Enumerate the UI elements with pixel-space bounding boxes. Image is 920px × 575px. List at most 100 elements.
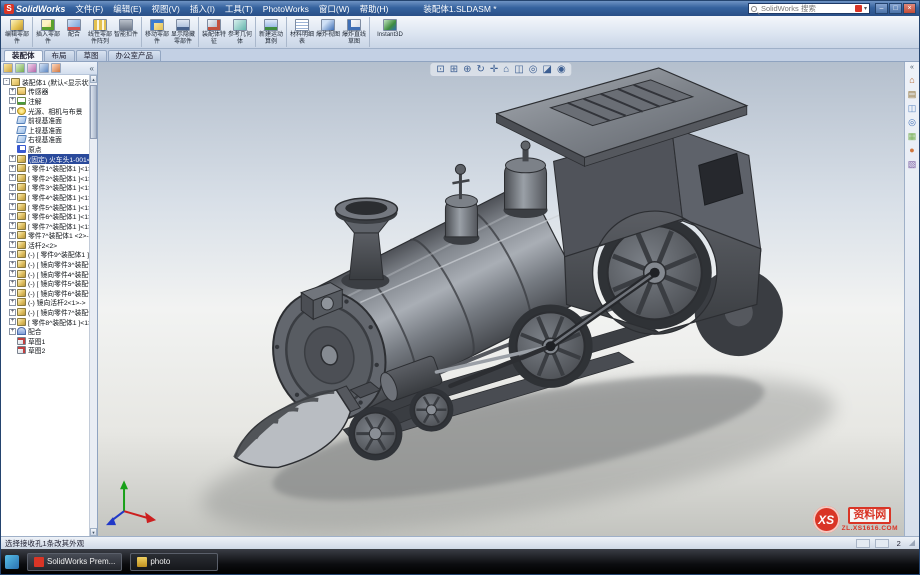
view-palette-icon[interactable]: ▦ bbox=[908, 131, 917, 141]
tree-expander[interactable]: + bbox=[9, 250, 16, 258]
tree-expander[interactable]: + bbox=[9, 107, 16, 115]
tree-expander[interactable]: + bbox=[9, 308, 16, 316]
configurationmanager-tab[interactable] bbox=[27, 63, 37, 73]
tree-item[interactable]: + 零件7^装配体1 <2>-> bbox=[3, 231, 89, 240]
menu-item[interactable]: PhotoWorks bbox=[258, 3, 314, 15]
tree-item[interactable]: + 活杆2<2> bbox=[3, 240, 89, 250]
search-dropdown-icon[interactable]: ▾ bbox=[864, 5, 867, 12]
command-tab[interactable]: 办公室产品 bbox=[107, 50, 161, 61]
tree-item[interactable]: + (-) [ 镜向零件4^装配体1 ]<1> bbox=[3, 269, 89, 279]
featuremanager-tree-tab[interactable] bbox=[3, 63, 13, 73]
tree-item[interactable]: + (固定) 火车头1-001<1> bbox=[3, 153, 89, 164]
search-input[interactable] bbox=[759, 4, 853, 13]
appearances-icon[interactable]: ● bbox=[909, 145, 914, 155]
display-style-icon[interactable]: ◫ bbox=[514, 64, 523, 75]
toolbar-button-explode-line-sketch[interactable]: 爆炸直线草图 bbox=[341, 17, 367, 47]
taskbar-button-photo[interactable]: photo bbox=[130, 552, 219, 571]
panel-scrollbar[interactable]: ▲ ▼ bbox=[89, 75, 97, 536]
tree-item[interactable]: + [ 零件5^装配体1 ]<1>-> bbox=[3, 202, 89, 212]
tree-item[interactable]: + 传感器 bbox=[3, 87, 89, 96]
toolbar-button-bill-of-materials[interactable]: 材料明细表 bbox=[289, 17, 315, 47]
dimxpertmanager-tab[interactable] bbox=[39, 63, 49, 73]
tree-expander[interactable]: + bbox=[9, 87, 16, 95]
search-results-icon[interactable]: ◎ bbox=[908, 117, 916, 127]
standard-views-icon[interactable]: ⌂ bbox=[503, 64, 509, 75]
task-pane-collapse-icon[interactable]: « bbox=[910, 64, 914, 71]
zoom-area-icon[interactable]: ⊞ bbox=[450, 64, 458, 75]
displaymanager-tab[interactable] bbox=[51, 63, 61, 73]
menu-item[interactable]: 窗口(W) bbox=[314, 2, 355, 16]
scroll-down-icon[interactable]: ▼ bbox=[90, 528, 97, 536]
tree-expander[interactable]: + bbox=[9, 298, 16, 306]
menu-item[interactable]: 插入(I) bbox=[185, 2, 220, 16]
tree-item[interactable]: 草图2 bbox=[3, 346, 89, 355]
solidworks-resources-icon[interactable]: ⌂ bbox=[909, 75, 914, 85]
tree-expander[interactable]: + bbox=[9, 164, 16, 172]
tree-item[interactable]: + (-) 镜向活杆2<1>-> bbox=[3, 298, 89, 307]
zoom-fit-icon[interactable]: ⊡ bbox=[436, 64, 444, 75]
tree-expander[interactable]: + bbox=[9, 193, 16, 201]
propertymanager-tab[interactable] bbox=[15, 63, 25, 73]
tree-expander[interactable]: + bbox=[9, 222, 16, 230]
toolbar-button-exploded-view[interactable]: 爆炸视图 bbox=[315, 17, 341, 47]
toolbar-button-smart-fastener[interactable]: 智能扣件 bbox=[113, 17, 139, 47]
toolbar-button-assembly-features[interactable]: 装配体特征 bbox=[201, 17, 227, 47]
tree-expander[interactable]: + bbox=[9, 174, 16, 182]
tree-item[interactable]: + (-) [ 镜向零件3^装配体1 ]<1> bbox=[3, 259, 89, 269]
tree-item[interactable]: + 配合 bbox=[3, 326, 89, 336]
resize-grip-icon[interactable]: ◢ bbox=[909, 539, 915, 547]
tree-item[interactable]: + [ 零件2^装配体1 ]<1>-> bbox=[3, 173, 89, 183]
realview-icon[interactable]: ◉ bbox=[557, 64, 566, 75]
tree-expander[interactable]: + bbox=[9, 289, 16, 297]
graphics-area[interactable]: ⊡ ⊞ ⊕ ↻ ✛ ⌂ ◫ ◎ ◪ ◉ XS 资料网 ZL.XS1616.COM bbox=[98, 62, 904, 536]
toolbar-button-show-hide-components[interactable]: 显示隐藏零部件 bbox=[170, 17, 196, 47]
tree-item[interactable]: 原点 bbox=[3, 144, 89, 154]
command-tab[interactable]: 装配体 bbox=[4, 50, 43, 61]
tree-item[interactable]: + (-) [ 零件9^装配体1 ]<1> bbox=[3, 250, 89, 259]
design-library-icon[interactable]: ▤ bbox=[908, 89, 917, 99]
toolbar-button-component-pattern[interactable]: 线性零部件阵列 bbox=[87, 17, 113, 47]
toolbar-button-motion-study[interactable]: 新建运动算例 bbox=[258, 17, 284, 47]
tree-item[interactable]: + (-) [ 镜向零件7^装配体1 ]<1> bbox=[3, 307, 89, 317]
tree-item[interactable]: - 装配体1 (默认<显示状态-1>) bbox=[3, 77, 89, 87]
tree-item[interactable]: + [ 零件3^装配体1 ]<1>-> bbox=[3, 183, 89, 192]
pan-icon[interactable]: ✛ bbox=[490, 64, 498, 75]
tree-item[interactable]: + 光源、相机与布景 bbox=[3, 106, 89, 116]
menu-item[interactable]: 工具(T) bbox=[220, 2, 258, 16]
tree-expander[interactable]: + bbox=[9, 203, 16, 211]
toolbar-button-move-component[interactable]: 移动零部件 bbox=[144, 17, 170, 47]
tree-expander[interactable]: - bbox=[3, 78, 10, 86]
tree-item[interactable]: + [ 零件6^装配体1 ]<1>-> bbox=[3, 211, 89, 221]
tree-expander[interactable]: + bbox=[9, 260, 16, 268]
minimize-button[interactable]: – bbox=[875, 3, 888, 14]
tree-item[interactable]: 右视基准面 bbox=[3, 135, 89, 144]
command-tab[interactable]: 草图 bbox=[75, 50, 107, 61]
tree-expander[interactable]: + bbox=[9, 97, 16, 105]
section-view-icon[interactable]: ◪ bbox=[543, 64, 552, 75]
menu-item[interactable]: 文件(F) bbox=[70, 2, 108, 16]
close-button[interactable]: × bbox=[903, 3, 916, 14]
tree-item[interactable]: + [ 零件1^装配体1 ]<1>-> bbox=[3, 163, 89, 173]
command-tab[interactable]: 布局 bbox=[43, 50, 75, 61]
tree-expander[interactable]: + bbox=[9, 212, 16, 220]
tree-item[interactable]: 前视基准面 bbox=[3, 115, 89, 125]
tree-item[interactable]: 草图1 bbox=[3, 336, 89, 346]
toolbar-button-insert-component[interactable]: 插入零部件 bbox=[35, 17, 61, 47]
toolbar-button-instant3d[interactable]: Instant3D bbox=[372, 17, 408, 47]
rotate-view-icon[interactable]: ↻ bbox=[476, 64, 484, 75]
zoom-in-out-icon[interactable]: ⊕ bbox=[463, 64, 471, 75]
collapse-chevron-icon[interactable]: « bbox=[90, 64, 95, 73]
file-explorer-icon[interactable]: ◫ bbox=[908, 103, 917, 113]
tree-expander[interactable]: + bbox=[9, 183, 16, 191]
tree-item[interactable]: + 注解 bbox=[3, 96, 89, 106]
tree-item[interactable]: + (-) [ 镜向零件6^装配体1 ]<1> bbox=[3, 288, 89, 298]
maximize-button[interactable]: □ bbox=[889, 3, 902, 14]
tree-expander[interactable]: + bbox=[9, 327, 16, 335]
tree-item[interactable]: + [ 零件4^装配体1 ]<1>-> bbox=[3, 192, 89, 202]
menu-item[interactable]: 帮助(H) bbox=[355, 2, 394, 16]
tree-expander[interactable]: + bbox=[9, 155, 16, 163]
scrollbar-thumb[interactable] bbox=[90, 85, 97, 139]
hide-show-items-icon[interactable]: ◎ bbox=[529, 64, 538, 75]
toolbar-button-reference-geometry[interactable]: 参考几何体 bbox=[227, 17, 253, 47]
custom-properties-icon[interactable]: ▧ bbox=[908, 159, 917, 169]
